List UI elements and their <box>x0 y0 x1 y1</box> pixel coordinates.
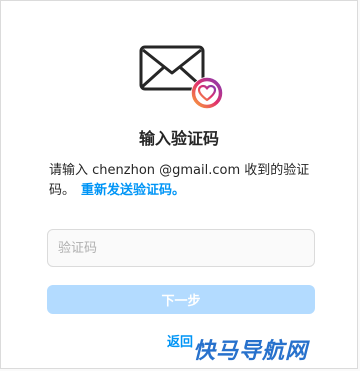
page-title: 输入验证码 <box>138 129 219 148</box>
next-button[interactable]: 下一步 <box>47 285 315 314</box>
watermark-text: 快马导航网 <box>193 339 309 364</box>
verification-code-input[interactable] <box>47 229 315 267</box>
back-link[interactable]: 返回 <box>167 331 193 350</box>
description-text: 请输入 chenzhon @gmail.com 收到的验证码。 重新发送验证码。 <box>49 161 313 201</box>
verification-card: 输入验证码 请输入 chenzhon @gmail.com 收到的验证码。 重新发… <box>0 0 358 369</box>
envelope-with-heart-icon <box>139 45 223 109</box>
resend-code-link[interactable]: 重新发送验证码。 <box>81 183 185 198</box>
